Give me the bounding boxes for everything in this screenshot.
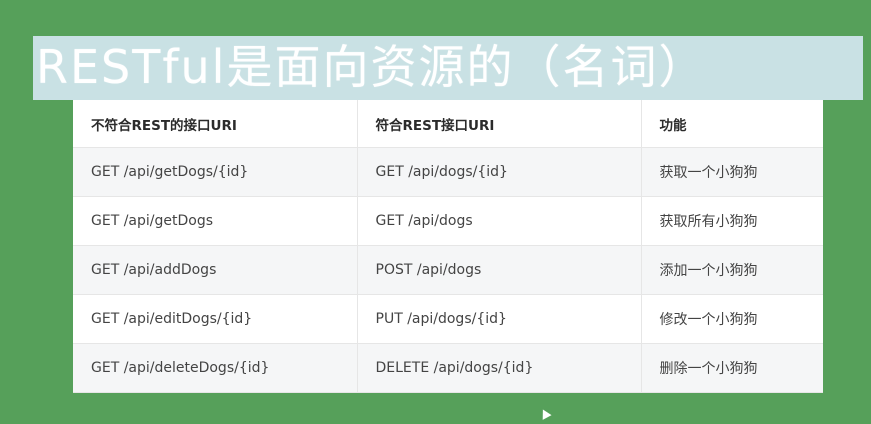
rest-uri-cell: GET /api/dogs	[357, 196, 642, 246]
non-rest-uri-cell: GET /api/addDogs	[73, 245, 358, 295]
non-rest-uri-cell: GET /api/getDogs	[73, 196, 358, 246]
header-rest-uri: 符合REST接口URI	[357, 100, 642, 148]
function-cell: 添加一个小狗狗	[641, 245, 823, 295]
function-cell: 删除一个小狗狗	[641, 343, 823, 393]
rest-uri-cell: PUT /api/dogs/{id}	[357, 294, 642, 344]
function-cell: 获取一个小狗狗	[641, 147, 823, 197]
header-function: 功能	[641, 100, 823, 148]
non-rest-uri-cell: GET /api/getDogs/{id}	[73, 147, 358, 197]
rest-uri-cell: DELETE /api/dogs/{id}	[357, 343, 642, 393]
function-cell: 修改一个小狗狗	[641, 294, 823, 344]
rest-uri-cell: GET /api/dogs/{id}	[357, 147, 642, 197]
slide-title: RESTful是面向资源的（名词）	[36, 40, 707, 94]
table-row: GET /api/addDogs POST /api/dogs 添加一个小狗狗	[73, 245, 823, 295]
table-row: GET /api/deleteDogs/{id} DELETE /api/dog…	[73, 343, 823, 393]
table-row: GET /api/editDogs/{id} PUT /api/dogs/{id…	[73, 294, 823, 344]
non-rest-uri-cell: GET /api/deleteDogs/{id}	[73, 343, 358, 393]
table-header-row: 不符合REST的接口URI 符合REST接口URI 功能	[73, 100, 823, 148]
function-cell: 获取所有小狗狗	[641, 196, 823, 246]
mouse-cursor-icon	[538, 407, 552, 420]
table-row: GET /api/getDogs GET /api/dogs 获取所有小狗狗	[73, 196, 823, 246]
header-non-rest-uri: 不符合REST的接口URI	[73, 100, 358, 148]
rest-uri-cell: POST /api/dogs	[357, 245, 642, 295]
uri-comparison-table-container: 不符合REST的接口URI 符合REST接口URI 功能 GET /api/ge…	[73, 100, 823, 393]
uri-comparison-table: 不符合REST的接口URI 符合REST接口URI 功能 GET /api/ge…	[73, 100, 823, 393]
non-rest-uri-cell: GET /api/editDogs/{id}	[73, 294, 358, 344]
table-row: GET /api/getDogs/{id} GET /api/dogs/{id}…	[73, 147, 823, 197]
